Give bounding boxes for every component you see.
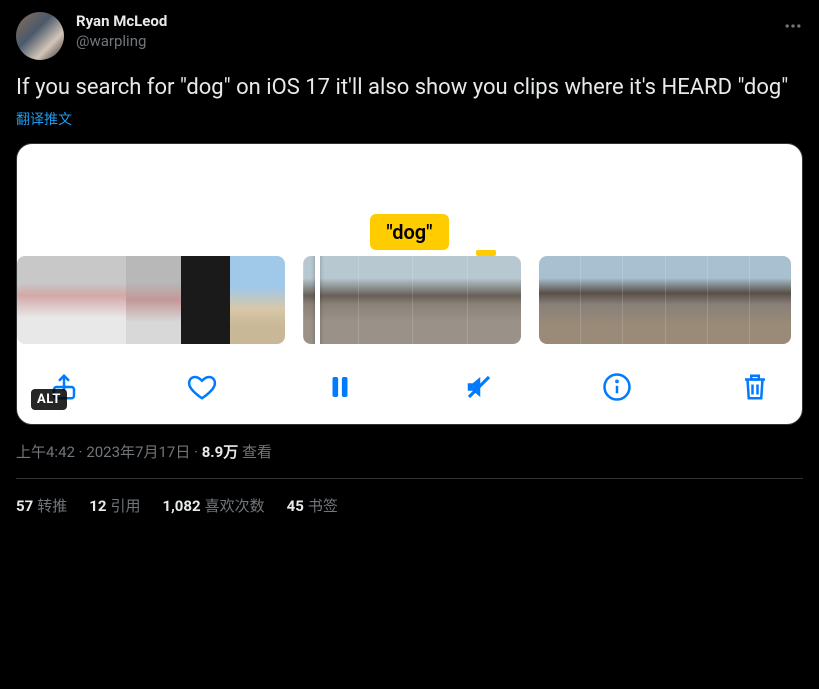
clip-group[interactable] bbox=[539, 256, 791, 344]
clip-group[interactable] bbox=[303, 256, 521, 344]
clip-frame bbox=[665, 256, 707, 344]
like-button[interactable] bbox=[187, 372, 217, 402]
display-name: Ryan McLeod bbox=[76, 12, 167, 32]
divider bbox=[16, 478, 803, 479]
mute-button[interactable] bbox=[464, 372, 494, 402]
tweet-text: If you search for "dog" on iOS 17 it'll … bbox=[16, 74, 803, 103]
user-handle: @warpling bbox=[76, 32, 167, 52]
avatar[interactable] bbox=[16, 12, 64, 60]
video-timeline[interactable] bbox=[17, 256, 802, 352]
clip-frame bbox=[230, 256, 285, 344]
tweet-header: Ryan McLeod @warpling bbox=[16, 12, 803, 60]
clip-frame bbox=[467, 256, 522, 344]
clip-frame bbox=[126, 256, 181, 344]
views-label: 查看 bbox=[242, 443, 272, 461]
search-term-badge: "dog" bbox=[370, 214, 448, 250]
more-icon[interactable] bbox=[783, 16, 803, 40]
clip-frame bbox=[707, 256, 749, 344]
clip-frame bbox=[72, 256, 127, 344]
clip-frame bbox=[181, 256, 230, 344]
pause-button[interactable] bbox=[325, 372, 355, 402]
alt-badge[interactable]: ALT bbox=[31, 389, 67, 410]
media-top: "dog" bbox=[17, 144, 802, 256]
clip-frame bbox=[580, 256, 622, 344]
info-button[interactable] bbox=[602, 372, 632, 402]
tweet-stats: 57转推 12引用 1,082喜欢次数 45书签 bbox=[16, 495, 803, 516]
clip-frame bbox=[358, 256, 413, 344]
tweet-time[interactable]: 上午4:42 bbox=[16, 443, 75, 461]
clip-group[interactable] bbox=[17, 256, 285, 344]
clip-frame bbox=[622, 256, 664, 344]
quotes-stat[interactable]: 12引用 bbox=[89, 495, 140, 516]
retweets-stat[interactable]: 57转推 bbox=[16, 495, 67, 516]
playhead[interactable] bbox=[315, 256, 320, 344]
tweet-date[interactable]: 2023年7月17日 bbox=[86, 443, 190, 461]
translate-link[interactable]: 翻译推文 bbox=[16, 109, 803, 129]
media-card: "dog" bbox=[16, 143, 803, 425]
likes-stat[interactable]: 1,082喜欢次数 bbox=[162, 495, 264, 516]
user-info[interactable]: Ryan McLeod @warpling bbox=[76, 12, 167, 51]
clip-frame bbox=[303, 256, 358, 344]
tweet-meta: 上午4:42 · 2023年7月17日 · 8.9万 查看 bbox=[16, 441, 803, 462]
media-toolbar bbox=[17, 352, 802, 424]
views-count: 8.9万 bbox=[202, 443, 239, 461]
bookmarks-stat[interactable]: 45书签 bbox=[287, 495, 338, 516]
tweet: Ryan McLeod @warpling If you search for … bbox=[0, 0, 819, 528]
trash-button[interactable] bbox=[740, 372, 770, 402]
clip-frame bbox=[412, 256, 467, 344]
clip-frame bbox=[749, 256, 791, 344]
clip-frame bbox=[539, 256, 580, 344]
clip-frame bbox=[17, 256, 72, 344]
match-marker bbox=[476, 250, 496, 256]
